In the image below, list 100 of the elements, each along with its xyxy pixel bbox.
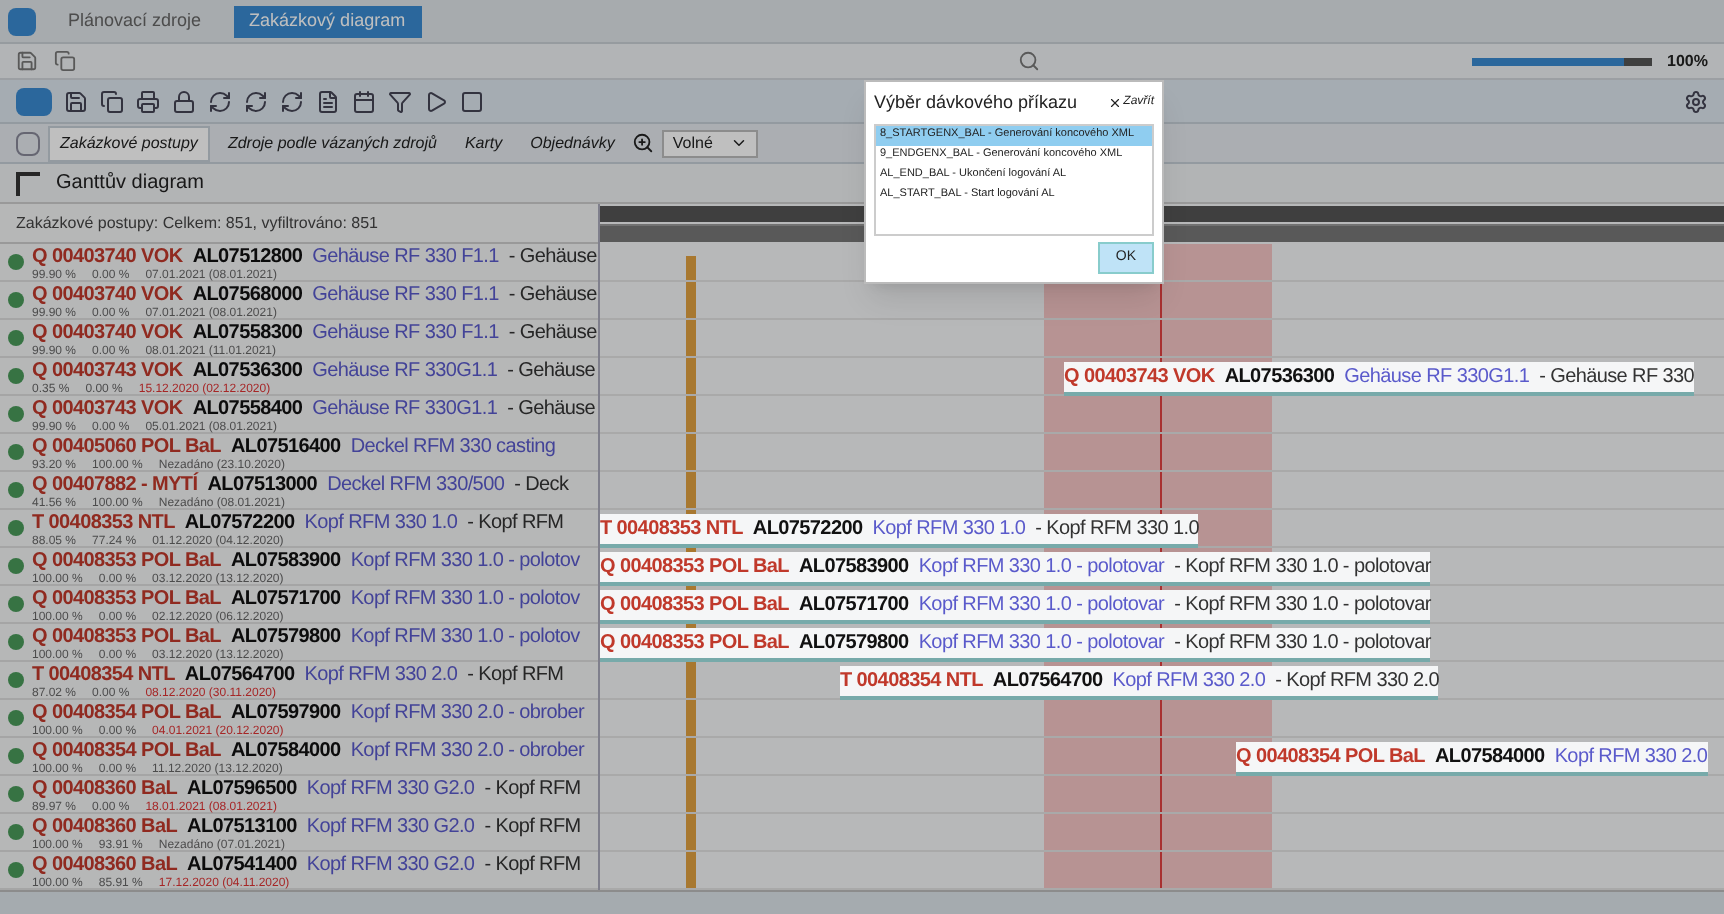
order-number: T 00408354 NTL: [840, 668, 983, 696]
order-number: Q 00408360 BaL: [32, 815, 178, 839]
order-number: Q 00408353 POL BaL: [600, 554, 789, 582]
order-number: Q 00408353 POL BaL: [600, 630, 789, 658]
order-number: T 00408354 NTL: [32, 663, 175, 687]
order-number: Q 00408354 POL BaL: [32, 739, 221, 763]
part-name: Kopf RFM 330 1.0 - polotovar: [918, 554, 1165, 582]
order-number: Q 00408360 BaL: [32, 853, 178, 877]
order-number: Q 00407882 - MYTÍ: [32, 473, 198, 497]
part-code: AL07583900: [798, 554, 909, 582]
part-name: Kopf RFM 330 G2.0: [306, 777, 475, 801]
gantt-bar-label[interactable]: T 00408353 NTL AL07572200 Kopf RFM 330 1.0 - Kopf RFM 330 1.0: [600, 514, 1199, 548]
part-name: Kopf RFM 330 G2.0: [306, 815, 475, 839]
order-number: Q 00403743 VOK: [32, 359, 183, 383]
part-code: AL07536300: [1224, 364, 1335, 392]
part-name: Deckel RFM 330 casting: [350, 435, 556, 459]
part-description: - Gehäuse: [508, 283, 597, 307]
part-name: Kopf RFM 330 2.0: [304, 663, 458, 687]
view-tab[interactable]: Zakázkové postupy: [48, 125, 210, 161]
part-name: Kopf RFM 330 1.0 - polotov: [350, 549, 580, 573]
part-code: AL07568000: [192, 283, 303, 307]
order-number: Q 00408353 POL BaL: [600, 592, 789, 620]
part-code: AL07512800: [192, 245, 303, 269]
dialog-title: Výběr dávkového příkazu: [874, 90, 1078, 116]
gantt-bar-label[interactable]: Q 00408353 POL BaL AL07583900 Kopf RFM 330 1.0 - polotovar - Kopf RFM 330 1.0 - polotovar: [600, 552, 1431, 586]
part-description: - Kopf RFM 330 1.0 - polotovar: [1174, 630, 1431, 658]
part-code: AL07571700: [230, 587, 341, 611]
part-code: AL07564700: [992, 668, 1103, 696]
part-name: Gehäuse RF 330G1.1: [312, 397, 498, 421]
part-name: Gehäuse RF 330G1.1: [1344, 364, 1530, 392]
part-code: AL07579800: [230, 625, 341, 649]
part-description: - Kopf RFM: [467, 511, 564, 535]
order-number: Q 00408353 POL BaL: [32, 549, 221, 573]
part-name: Gehäuse RF 330 F1.1: [312, 245, 499, 269]
part-code: AL07596500: [187, 777, 297, 801]
gantt-bar-label[interactable]: T 00408354 NTL AL07564700 Kopf RFM 330 2.0 - Kopf RFM 330 2.0: [840, 666, 1439, 700]
view-tab[interactable]: Zdroje podle vázaných zdrojů: [217, 125, 447, 161]
order-number: Q 00405060 POL BaL: [32, 435, 221, 459]
part-code: AL07536300: [192, 359, 303, 383]
zoom-select[interactable]: Volné: [662, 129, 759, 157]
part-code: AL07558400: [192, 397, 303, 421]
part-name: Gehäuse RF 330 F1.1: [312, 283, 499, 307]
view-tab[interactable]: Objednávky: [520, 125, 625, 161]
order-number: T 00408353 NTL: [600, 516, 743, 544]
part-name: Kopf RFM 330 2.0 - obrober: [350, 701, 585, 725]
part-name: Kopf RFM 330 G2.0: [306, 853, 475, 877]
view-tab[interactable]: Karty: [454, 125, 513, 161]
summary-text: Zakázkové postupy: Celkem: 851, vyfiltrováno: 851: [0, 204, 598, 244]
order-number: Q 00408353 POL BaL: [32, 625, 221, 649]
part-code: AL07558300: [192, 321, 303, 345]
gantt-bar-label[interactable]: Q 00408354 POL BaL AL07584000 Kopf RFM 330 2.0: [1236, 742, 1708, 776]
gantt-bar-label[interactable]: Q 00408353 POL BaL AL07579800 Kopf RFM 330 1.0 - polotovar - Kopf RFM 330 1.0 - polotovar: [600, 628, 1431, 662]
part-description: - Kopf RFM 330 1.0 - polotovar: [1174, 554, 1431, 582]
part-description: - Gehäuse: [507, 397, 596, 421]
part-name: Kopf RFM 330 1.0 - polotovar: [918, 592, 1165, 620]
part-description: - Gehäuse: [507, 359, 596, 383]
part-description: - Gehäuse: [508, 321, 597, 345]
order-number: Q 00403740 VOK: [32, 321, 183, 345]
part-description: - Kopf RFM: [484, 815, 581, 839]
part-code: AL07541400: [187, 853, 297, 877]
gantt-bar-label[interactable]: Q 00408353 POL BaL AL07571700 Kopf RFM 330 1.0 - polotovar - Kopf RFM 330 1.0 - polotovar: [600, 590, 1431, 624]
part-description: - Gehäuse: [508, 245, 597, 269]
part-description: - Kopf RFM 330 2.0: [1275, 668, 1439, 696]
order-number: Q 00408353 POL BaL: [32, 587, 221, 611]
part-description: - Kopf RFM: [484, 777, 581, 801]
part-name: Kopf RFM 330 2.0: [1554, 744, 1708, 772]
part-name: Kopf RFM 330 2.0: [1112, 668, 1266, 696]
order-number: Q 00408360 BaL: [32, 777, 178, 801]
part-name: Kopf RFM 330 1.0: [304, 511, 458, 535]
part-name: Gehäuse RF 330G1.1: [312, 359, 498, 383]
part-code: AL07564700: [184, 663, 295, 687]
part-name: Kopf RFM 330 1.0 - polotov: [350, 587, 580, 611]
part-description: - Kopf RFM 330 1.0 - polotovar: [1174, 592, 1431, 620]
part-description: - Gehäuse RF 330: [1539, 364, 1695, 392]
part-name: Kopf RFM 330 2.0 - obrober: [350, 739, 585, 763]
order-number: Q 00403743 VOK: [32, 397, 183, 421]
order-number: T 00408353 NTL: [32, 511, 175, 535]
part-name: Deckel RFM 330/500: [327, 473, 505, 497]
part-code: AL07516400: [230, 435, 341, 459]
part-code: AL07513000: [207, 473, 318, 497]
part-code: AL07513100: [187, 815, 297, 839]
order-number: Q 00403743 VOK: [1064, 364, 1215, 392]
part-code: AL07584000: [1434, 744, 1545, 772]
part-name: Gehäuse RF 330 F1.1: [312, 321, 499, 345]
part-code: AL07579800: [798, 630, 909, 658]
part-name: Kopf RFM 330 1.0 - polotov: [350, 625, 580, 649]
part-name: Kopf RFM 330 1.0: [872, 516, 1026, 544]
part-description: - Kopf RFM: [484, 853, 581, 877]
part-code: AL07572200: [752, 516, 863, 544]
order-number: Q 00403740 VOK: [32, 245, 183, 269]
part-description: - Kopf RFM: [467, 663, 564, 687]
part-code: AL07597900: [230, 701, 341, 725]
panel-title: Ganttův diagram: [56, 170, 204, 198]
order-number: Q 00408354 POL BaL: [32, 701, 221, 725]
order-number: Q 00403740 VOK: [32, 283, 183, 307]
gantt-bar-label[interactable]: Q 00403743 VOK AL07536300 Gehäuse RF 330G1.1 - Gehäuse RF 330: [1064, 362, 1695, 396]
part-code: AL07571700: [798, 592, 909, 620]
zoom-value: 100%: [1667, 49, 1708, 73]
part-description: - Kopf RFM 330 1.0: [1035, 516, 1199, 544]
window-tab[interactable]: Plánovací zdroje: [52, 5, 218, 37]
